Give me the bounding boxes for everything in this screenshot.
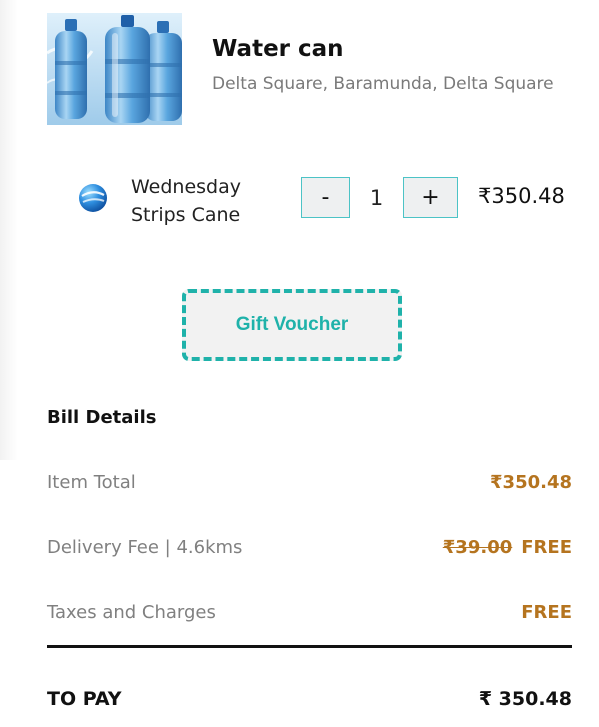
delivery-fee-free: FREE: [521, 537, 572, 558]
delivery-fee-value: ₹39.00 FREE: [443, 537, 572, 558]
to-pay-value: ₹ 350.48: [478, 688, 572, 710]
item-total-label: Item Total: [47, 472, 136, 493]
increment-quantity-button[interactable]: +: [403, 177, 458, 218]
total-divider: [47, 645, 572, 648]
to-pay-label: TO PAY: [47, 688, 122, 710]
taxes-charges-label: Taxes and Charges: [47, 602, 216, 623]
bill-details-title: Bill Details: [47, 407, 157, 428]
water-can-bottles-image: [47, 13, 182, 125]
left-edge-shadow: [0, 0, 18, 460]
delivery-fee-label: Delivery Fee | 4.6kms: [47, 537, 243, 558]
blue-sphere-logo-icon: [79, 184, 107, 212]
quantity-value: 1: [369, 185, 384, 210]
taxes-charges-value: FREE: [521, 602, 572, 623]
decrement-quantity-button[interactable]: -: [301, 177, 350, 218]
item-name-line1: Wednesday: [131, 176, 242, 198]
cart-page: Water can Delta Square, Baramunda, Delta…: [0, 0, 599, 727]
item-name: Wednesday Strips Cane: [131, 173, 241, 229]
store-name: Water can: [212, 36, 344, 62]
delivery-fee-original-value: ₹39.00: [442, 537, 513, 558]
store-image: [47, 13, 182, 125]
item-total-value: ₹350.48: [490, 472, 572, 493]
gift-voucher-button[interactable]: Gift Voucher: [182, 289, 402, 361]
item-name-line2: Strips Cane: [131, 204, 241, 226]
store-address: Delta Square, Baramunda, Delta Square: [212, 74, 554, 94]
item-price: ₹350.48: [478, 184, 565, 208]
